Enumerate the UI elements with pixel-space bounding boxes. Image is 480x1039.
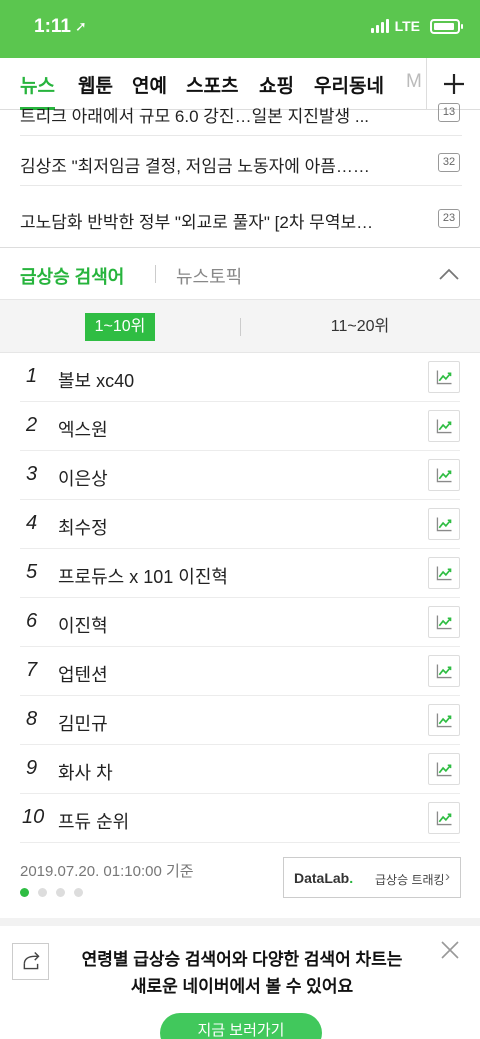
rank-keyword[interactable]: 볼보 xc40 <box>58 367 134 393</box>
page-indicator <box>20 888 83 897</box>
trend-chart-icon[interactable] <box>428 459 460 491</box>
comment-count: 32 <box>438 153 460 172</box>
ranking-row[interactable]: 10 프듀 순위 <box>20 794 460 843</box>
ranking-row[interactable]: 2 엑스원 <box>20 402 460 451</box>
divider <box>155 265 156 283</box>
page-dot[interactable] <box>74 888 83 897</box>
trend-chart-icon[interactable] <box>428 508 460 540</box>
close-icon[interactable] <box>438 938 462 962</box>
news-item[interactable]: 김상조 "최저임금 결정, 저임금 노동자에 아픔…… 32 <box>20 138 462 186</box>
status-time: 1:11 <box>34 16 71 37</box>
trend-chart-icon[interactable] <box>428 802 460 834</box>
page-dot[interactable] <box>56 888 65 897</box>
chevron-up-icon[interactable] <box>438 264 460 286</box>
banner-line-1: 연령별 급상승 검색어와 다양한 검색어 차트는 <box>81 950 403 969</box>
banner-line-2: 새로운 네이버에서 볼 수 있어요 <box>130 977 354 996</box>
go-now-button[interactable]: 지금 보러가기 <box>160 1013 322 1039</box>
rank-number: 1 <box>26 365 38 387</box>
share-icon[interactable] <box>12 943 49 980</box>
rank-number: 5 <box>26 561 38 583</box>
rank-number: 10 <box>22 806 45 828</box>
trend-chart-icon[interactable] <box>428 753 460 785</box>
page-dot[interactable] <box>20 888 29 897</box>
rank-number: 3 <box>26 463 38 485</box>
ranking-row[interactable]: 4 최수정 <box>20 500 460 549</box>
datalab-label: 급상승 트래킹 <box>375 873 445 887</box>
news-title[interactable]: 김상조 "최저임금 결정, 저임금 노동자에 아픔…… <box>20 152 415 177</box>
range-11-20-button[interactable]: 11~20위 <box>300 313 420 341</box>
signal-icon <box>370 19 389 33</box>
page-dot[interactable] <box>38 888 47 897</box>
tab-rising-keywords[interactable]: 급상승 검색어 <box>20 263 124 289</box>
rank-number: 4 <box>26 512 38 534</box>
ranking-timestamp: 2019.07.20. 01:10:00 기준 <box>20 863 194 880</box>
news-title[interactable]: 트리크 아래에서 규모 6.0 강진…일본 지진발생 ... <box>20 102 415 127</box>
trend-chart-icon[interactable] <box>428 557 460 589</box>
trend-chart-icon[interactable] <box>428 606 460 638</box>
ranking-row[interactable]: 6 이진혁 <box>20 598 460 647</box>
promo-banner: 연령별 급상승 검색어와 다양한 검색어 차트는 새로운 네이버에서 볼 수 있… <box>0 918 480 1039</box>
status-right: LTE <box>370 18 463 34</box>
news-title[interactable]: 고노담화 반박한 정부 "외교로 풀자" [2차 무역보… <box>20 208 415 233</box>
rank-keyword[interactable]: 김민규 <box>58 710 108 736</box>
location-arrow-icon: ➚ <box>75 18 87 34</box>
datalab-tracking-button[interactable]: DataLab. 급상승 트래킹 › <box>283 857 461 898</box>
rank-keyword[interactable]: 프로듀스 x 101 이진혁 <box>58 563 228 589</box>
comment-count: 23 <box>438 209 460 228</box>
chevron-right-icon: › <box>445 868 450 885</box>
battery-icon <box>430 18 463 34</box>
rank-keyword[interactable]: 화사 차 <box>58 759 113 785</box>
ranking-row[interactable]: 8 김민규 <box>20 696 460 745</box>
status-bar: 1:11 ➚ LTE <box>0 0 480 58</box>
ranking-row[interactable]: 1 볼보 xc40 <box>20 353 460 402</box>
banner-message: 연령별 급상승 검색어와 다양한 검색어 차트는 새로운 네이버에서 볼 수 있… <box>62 946 422 1000</box>
datalab-brand: DataLab <box>294 870 350 886</box>
datalab-logo: DataLab. <box>294 870 353 886</box>
datalab-dot: . <box>349 870 354 886</box>
ranking-row[interactable]: 5 프로듀스 x 101 이진혁 <box>20 549 460 598</box>
network-label: LTE <box>394 18 420 34</box>
tab-news-topics[interactable]: 뉴스토픽 <box>176 263 242 289</box>
ranking-row[interactable]: 9 화사 차 <box>20 745 460 794</box>
comment-count: 13 <box>438 103 460 122</box>
rank-number: 7 <box>26 659 38 681</box>
divider <box>240 318 241 336</box>
rank-range-selector: 1~10위 11~20위 <box>0 299 480 353</box>
rank-keyword[interactable]: 엑스원 <box>58 416 108 442</box>
ranking-row[interactable]: 7 업텐션 <box>20 647 460 696</box>
news-item[interactable]: 고노담화 반박한 정부 "외교로 풀자" [2차 무역보… 23 <box>20 194 462 242</box>
rank-keyword[interactable]: 최수정 <box>58 514 108 540</box>
rank-keyword[interactable]: 이은상 <box>58 465 108 491</box>
rank-keyword[interactable]: 프듀 순위 <box>58 808 129 834</box>
ranking-row[interactable]: 3 이은상 <box>20 451 460 500</box>
rank-number: 2 <box>26 414 38 436</box>
range-1-10-button[interactable]: 1~10위 <box>85 313 155 341</box>
ranking-header: 급상승 검색어 뉴스토픽 <box>0 247 480 299</box>
rank-number: 6 <box>26 610 38 632</box>
rank-number: 8 <box>26 708 38 730</box>
news-item[interactable]: 트리크 아래에서 규모 6.0 강진…일본 지진발생 ... 13 <box>20 88 462 136</box>
rank-keyword[interactable]: 업텐션 <box>58 661 108 687</box>
rank-number: 9 <box>26 757 38 779</box>
rank-keyword[interactable]: 이진혁 <box>58 612 108 638</box>
trend-chart-icon[interactable] <box>428 361 460 393</box>
trend-chart-icon[interactable] <box>428 655 460 687</box>
trend-chart-icon[interactable] <box>428 704 460 736</box>
trend-chart-icon[interactable] <box>428 410 460 442</box>
